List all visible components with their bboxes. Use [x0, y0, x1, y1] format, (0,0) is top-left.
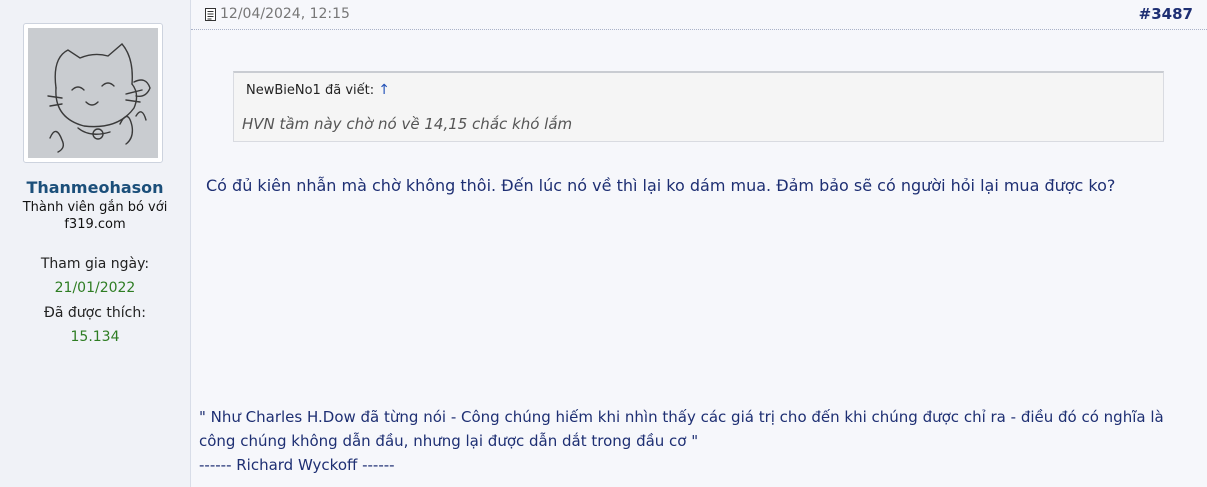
post-message: Có đủ kiên nhẫn mà chờ không thôi. Đến l…	[206, 176, 1116, 195]
post-date: 12/04/2024, 12:15	[205, 6, 350, 22]
avatar[interactable]	[28, 28, 158, 158]
quote-author-text: NewBieNo1 đã viết:	[246, 83, 375, 98]
signature-quote: " Như Charles H.Dow đã từng nói - Công c…	[199, 408, 1164, 450]
avatar-frame[interactable]	[23, 23, 163, 163]
joined-label: Tham gia ngày:	[40, 256, 150, 272]
post-date-text: 12/04/2024, 12:15	[220, 6, 350, 22]
post-body: 12/04/2024, 12:15 #3487 NewBieNo1 đã viế…	[191, 0, 1207, 487]
post-permalink[interactable]: #3487	[1139, 5, 1193, 23]
post-header: 12/04/2024, 12:15 #3487	[191, 0, 1207, 30]
document-icon	[205, 7, 216, 21]
signature: " Như Charles H.Dow đã từng nói - Công c…	[199, 405, 1194, 477]
quote-text: HVN tầm này chờ nó về 14,15 chắc khó lắm	[242, 115, 573, 133]
likes-value: 15.134	[70, 329, 120, 345]
username[interactable]: Thanmeohason	[0, 178, 190, 197]
likes-label: Đã được thích:	[44, 305, 146, 321]
joined-value: 21/01/2022	[54, 280, 136, 296]
quote-jump-arrow[interactable]: ↑	[378, 82, 390, 98]
user-sidebar: Thanmeohason Thành viên gắn bó với f319.…	[0, 0, 191, 487]
signature-author: ------ Richard Wyckoff ------	[199, 456, 395, 474]
user-title: Thành viên gắn bó với f319.com	[22, 200, 168, 232]
quote-block: NewBieNo1 đã viết: ↑ HVN tầm này chờ nó …	[233, 71, 1164, 142]
quote-author: NewBieNo1 đã viết: ↑	[246, 82, 390, 98]
